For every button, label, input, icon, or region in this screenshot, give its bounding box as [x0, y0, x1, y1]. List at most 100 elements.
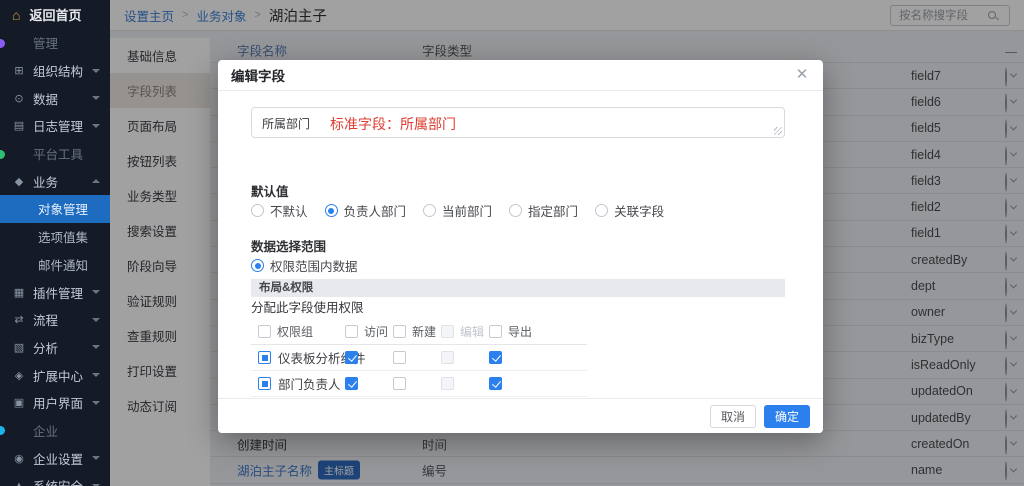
- row-indeterminate-checkbox[interactable]: [258, 377, 271, 390]
- sidebar-item[interactable]: ◆业务: [0, 167, 110, 195]
- sidebar-item[interactable]: ▦插件管理: [0, 278, 110, 306]
- permission-cell: [345, 351, 393, 364]
- radio-label: 权限范围内数据: [270, 256, 358, 275]
- sidebar-item[interactable]: ⇄ 流程: [0, 306, 110, 334]
- ui-icon: ▣: [12, 396, 26, 409]
- permission-column-编辑: 编辑: [441, 323, 489, 340]
- sidebar-item-label: 组织结构: [33, 61, 83, 80]
- header-checkbox: [441, 325, 454, 338]
- sidebar-item[interactable]: ▣用户界面: [0, 389, 110, 417]
- default-value-option[interactable]: 指定部门: [509, 201, 578, 220]
- permission-row: 仪表板分析组件: [251, 345, 587, 371]
- close-icon[interactable]: ✕: [793, 66, 811, 84]
- chevron-up-icon: [92, 179, 100, 183]
- default-value-option[interactable]: 当前部门: [423, 201, 492, 220]
- extension-icon: ◈: [12, 369, 26, 382]
- permission-cell: [489, 377, 537, 390]
- security-icon: ▲: [12, 480, 26, 486]
- field-name-textarea[interactable]: 所属部门 标准字段：所属部门: [251, 107, 785, 138]
- sidebar-item-label: 系统安全: [33, 476, 83, 486]
- flow-icon: ⇄: [12, 313, 26, 326]
- default-value-option[interactable]: 关联字段: [595, 201, 664, 220]
- permission-column-label: 访问: [364, 323, 388, 340]
- sidebar-item[interactable]: ◈扩展中心: [0, 361, 110, 389]
- checkbox-checked[interactable]: [489, 351, 502, 364]
- data-icon: ⊙: [12, 92, 26, 105]
- header-checkbox[interactable]: [393, 325, 406, 338]
- radio-label: 负责人部门: [344, 201, 407, 220]
- sidebar-home-label: 返回首页: [29, 5, 81, 24]
- permission-column-导出: 导出: [489, 323, 537, 340]
- checkbox-checked[interactable]: [489, 377, 502, 390]
- sidebar-item[interactable]: ▧ 分析: [0, 334, 110, 362]
- radio-label: 关联字段: [614, 201, 664, 220]
- sidebar-subitem-label: 对象管理: [38, 199, 88, 218]
- permission-cell: [489, 351, 537, 364]
- permission-column-label: 新建: [412, 323, 436, 340]
- data-scope-option[interactable]: 权限范围内数据: [251, 256, 358, 275]
- default-value-option[interactable]: 不默认: [251, 201, 308, 220]
- checkbox-disabled: [441, 377, 454, 390]
- default-value-label: 默认值: [251, 181, 289, 200]
- platform-dot-icon: [0, 150, 5, 159]
- header-checkbox[interactable]: [345, 325, 358, 338]
- cancel-button[interactable]: 取消: [710, 405, 756, 428]
- chevron-down-icon: [92, 69, 100, 73]
- sidebar-item-label: 企业设置: [33, 449, 83, 468]
- checkbox-disabled: [441, 351, 454, 364]
- sidebar-item-home[interactable]: ⌂ 返回首页: [0, 0, 110, 29]
- permission-column-新建: 新建: [393, 323, 441, 340]
- default-value-option[interactable]: 负责人部门: [325, 201, 407, 220]
- chevron-down-icon: [92, 124, 100, 128]
- permission-group-cell: 部门负责人: [258, 374, 345, 393]
- sidebar-item[interactable]: ▤日志管理: [0, 112, 110, 140]
- checkbox-checked[interactable]: [345, 351, 358, 364]
- sidebar-item[interactable]: ⊙ 数据: [0, 84, 110, 112]
- header-checkbox[interactable]: [258, 325, 271, 338]
- sidebar: ⌂ 返回首页 管理 ⊞ 组织结构 ⊙ 数据 ▤日志管理平台工具◆业务对象管理选项值集邮件通…: [0, 0, 110, 486]
- sidebar-item-label: 流程: [33, 310, 58, 329]
- sidebar-item[interactable]: 平台工具: [0, 140, 110, 168]
- sidebar-subitem-label: 邮件通知: [38, 255, 88, 274]
- data-scope-radio-group: 权限范围内数据: [251, 256, 375, 275]
- resize-handle-icon[interactable]: [774, 127, 782, 135]
- permission-column-label: 编辑: [460, 323, 484, 340]
- dialog-body: 所属部门 标准字段：所属部门 默认值 不默认负责人部门当前部门指定部门关联字段 …: [251, 91, 785, 398]
- sidebar-item-label: 分析: [33, 338, 58, 357]
- permission-cell: [441, 377, 489, 390]
- dialog-footer: 取消 确定: [218, 398, 823, 433]
- permission-column-label: 权限组: [277, 323, 313, 340]
- header-checkbox[interactable]: [489, 325, 502, 338]
- radio-unselected-icon: [423, 204, 436, 217]
- analysis-icon: ▧: [12, 341, 26, 354]
- permission-group-name: 部门负责人: [278, 374, 341, 393]
- confirm-button[interactable]: 确定: [764, 405, 810, 428]
- chevron-down-icon: [92, 345, 100, 349]
- permission-cell: [345, 377, 393, 390]
- sidebar-item[interactable]: 管理: [0, 29, 110, 57]
- plugin-icon: ▦: [12, 286, 26, 299]
- sidebar-item[interactable]: ⊞ 组织结构: [0, 57, 110, 85]
- row-indeterminate-checkbox[interactable]: [258, 351, 271, 364]
- org-icon: ⊞: [12, 64, 26, 77]
- sidebar-item[interactable]: 企业: [0, 417, 110, 445]
- sidebar-subitem-label: 选项值集: [38, 227, 88, 246]
- chevron-down-icon: [92, 456, 100, 460]
- checkbox-unchecked[interactable]: [393, 377, 406, 390]
- sidebar-subitem[interactable]: 选项值集: [0, 223, 110, 251]
- sidebar-item-label: 数据: [33, 89, 58, 108]
- field-name-value: 所属部门: [262, 115, 310, 132]
- sidebar-item[interactable]: ▲ 系统安全: [0, 472, 110, 486]
- sidebar-item[interactable]: ◉ 企业设置: [0, 444, 110, 472]
- sidebar-item-label: 管理: [33, 33, 58, 52]
- enterprise-dot-icon: [0, 426, 5, 435]
- permission-table: 权限组访问新建编辑导出仪表板分析组件部门负责人员工部门管理员: [251, 319, 587, 398]
- sidebar-subitem[interactable]: 邮件通知: [0, 251, 110, 279]
- sidebar-item-label: 日志管理: [33, 116, 83, 135]
- checkbox-checked[interactable]: [345, 377, 358, 390]
- checkbox-unchecked[interactable]: [393, 351, 406, 364]
- radio-unselected-icon: [251, 204, 264, 217]
- permission-column-权限组: 权限组: [258, 323, 345, 340]
- enterprise-settings-icon: ◉: [12, 452, 26, 465]
- sidebar-subitem[interactable]: 对象管理: [0, 195, 110, 223]
